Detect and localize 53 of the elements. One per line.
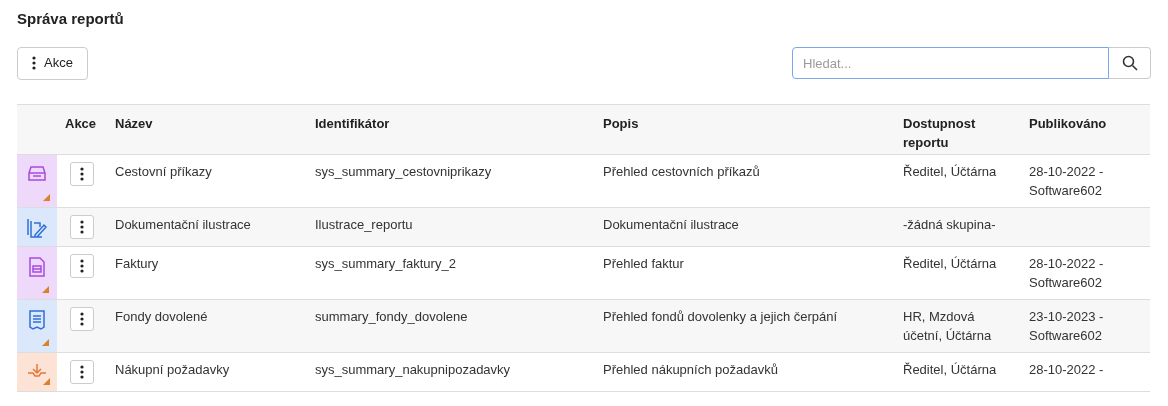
kebab-icon (80, 258, 84, 273)
page-title: Správa reportů (17, 9, 125, 29)
kebab-icon (32, 56, 36, 70)
table-cell: -žádná skupina- (903, 216, 996, 232)
table-cell: 28-10-2022 - Software602 (1029, 255, 1104, 290)
table-cell: sys_summary_nakupnipozadavky (315, 361, 511, 377)
table-cell: Dokumentační ilustrace (603, 216, 739, 232)
row-actions-button[interactable] (70, 214, 94, 239)
row-actions-button[interactable] (70, 359, 94, 384)
table-cell: Ředitel, Účtárna (903, 255, 997, 271)
kebab-icon (80, 364, 84, 379)
corner-badge-icon (43, 193, 50, 201)
document-pencil-icon (26, 216, 48, 239)
table-cell: 23-10-2023 - Software602 (1029, 308, 1104, 343)
table-cell: Ředitel, Účtárna (903, 163, 997, 179)
table-cell: 28-10-2022 - Software602 (1029, 163, 1104, 198)
corner-badge-icon (42, 338, 49, 346)
table-cell: summary_fondy_dovolene (315, 308, 468, 324)
column-header: Akce (65, 115, 97, 131)
column-header: Popis (603, 115, 639, 131)
search-icon (1121, 55, 1138, 71)
actions-button[interactable]: Akce (17, 46, 88, 80)
receipt-icon (27, 308, 47, 331)
column-header: Identifikátor (315, 115, 390, 131)
kebab-icon (80, 311, 84, 326)
row-actions-button[interactable] (70, 161, 94, 186)
table-cell: Nákupní požadavky (115, 361, 230, 377)
table-cell: Fondy dovolené (115, 308, 208, 324)
table-cell: Dokumentační ilustrace (115, 216, 251, 232)
row-actions-button[interactable] (70, 253, 94, 278)
column-header: Publikováno (1029, 115, 1107, 131)
column-header: Název (115, 115, 153, 131)
table-cell: Ilustrace_reportu (315, 216, 413, 232)
table-cell: Přehled faktur (603, 255, 684, 271)
table-cell: HR, Mzdová účetní, Účtárna (903, 308, 992, 343)
corner-badge-icon (42, 285, 49, 293)
table-cell: sys_summary_faktury_2 (315, 255, 456, 271)
search-field[interactable]: Hledat... (792, 47, 1109, 79)
table-cell: Přehled nákupních požadavků (603, 361, 778, 377)
table-cell: Přehled cestovních příkazů (603, 163, 760, 179)
kebab-icon (80, 166, 84, 181)
corner-badge-icon (43, 377, 50, 385)
column-header: Dostupnost reportu (903, 115, 976, 150)
table-cell: sys_summary_cestovniprikazy (315, 163, 492, 179)
table-cell: 28-10-2022 - (1029, 361, 1104, 377)
table-cell: Cestovní příkazy (115, 163, 212, 179)
invoice-icon (27, 255, 47, 278)
row-actions-button[interactable] (70, 306, 94, 331)
table-cell: Ředitel, Účtárna (903, 361, 997, 377)
kebab-icon (80, 219, 84, 234)
search-button[interactable] (1109, 47, 1151, 79)
table-cell: Faktury (115, 255, 159, 271)
table-cell: Přehled fondů dovolenky a jejich čerpání (603, 308, 838, 324)
